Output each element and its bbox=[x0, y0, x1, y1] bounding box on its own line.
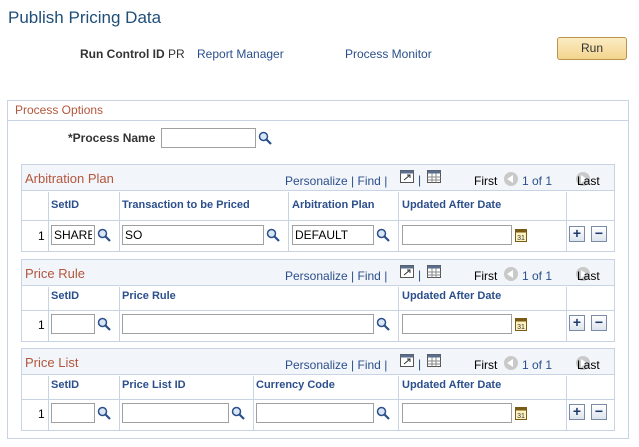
lookup-icon[interactable] bbox=[231, 406, 245, 420]
updated-after-date-input[interactable] bbox=[402, 314, 512, 334]
updated-after-date-input[interactable] bbox=[402, 225, 512, 245]
lookup-icon[interactable] bbox=[97, 317, 111, 331]
previous-row-icon[interactable] bbox=[504, 266, 518, 281]
grid-first-label: First bbox=[474, 269, 498, 283]
lookup-icon[interactable] bbox=[376, 228, 390, 242]
lookup-icon[interactable] bbox=[97, 406, 111, 420]
row-number: 1 bbox=[38, 229, 45, 243]
previous-row-icon[interactable] bbox=[504, 355, 518, 370]
page-title: Publish Pricing Data bbox=[8, 8, 162, 27]
calendar-icon[interactable] bbox=[515, 317, 527, 331]
personalize-link[interactable]: Personalize bbox=[285, 269, 348, 283]
column-header: Updated After Date bbox=[402, 290, 502, 302]
view-all-icon[interactable] bbox=[400, 354, 414, 367]
personalize-link[interactable]: Personalize bbox=[285, 174, 348, 188]
process-name-input[interactable] bbox=[161, 128, 256, 148]
grid-range: 1 of 1 bbox=[522, 358, 553, 372]
row-number: 1 bbox=[38, 318, 45, 332]
calendar-icon[interactable] bbox=[515, 228, 527, 242]
grid-header: Arbitration Plan Personalize | Find | | … bbox=[22, 165, 614, 191]
grid-last-label: Last bbox=[577, 358, 600, 372]
add-row-button[interactable]: + bbox=[569, 404, 585, 420]
delete-row-button[interactable]: − bbox=[591, 226, 607, 242]
download-grid-icon[interactable] bbox=[427, 265, 441, 278]
separator: | bbox=[351, 358, 355, 372]
group-divider bbox=[8, 120, 628, 121]
lookup-icon[interactable] bbox=[97, 228, 111, 242]
delete-row-button[interactable]: − bbox=[591, 315, 607, 331]
price-list-id-input[interactable] bbox=[122, 403, 229, 423]
setid-input[interactable] bbox=[51, 403, 95, 423]
column-header: SetID bbox=[51, 379, 80, 391]
find-link[interactable]: Find bbox=[358, 358, 381, 372]
column-header-row: SetID Price Rule Updated After Date bbox=[22, 287, 614, 311]
grid-first-label: First bbox=[474, 358, 498, 372]
add-row-button[interactable]: + bbox=[569, 226, 585, 242]
lookup-icon[interactable] bbox=[266, 228, 280, 242]
run-control-label: Run Control ID bbox=[80, 47, 165, 61]
grid-header: Price List Personalize | Find | | First … bbox=[22, 349, 614, 375]
arbitration-plan-input[interactable] bbox=[292, 225, 374, 245]
column-header: SetID bbox=[51, 199, 80, 211]
download-grid-icon[interactable] bbox=[427, 170, 441, 183]
column-header: Updated After Date bbox=[402, 199, 502, 211]
separator: | bbox=[351, 174, 355, 188]
grid-range: 1 of 1 bbox=[522, 269, 553, 283]
find-link[interactable]: Find bbox=[358, 174, 381, 188]
setid-input[interactable] bbox=[51, 225, 95, 245]
transaction-input[interactable] bbox=[122, 225, 264, 245]
lookup-icon[interactable] bbox=[376, 406, 390, 420]
setid-input[interactable] bbox=[51, 314, 95, 334]
lookup-icon[interactable] bbox=[258, 131, 272, 145]
download-grid-icon[interactable] bbox=[427, 354, 441, 367]
separator: | bbox=[418, 268, 422, 282]
separator: | bbox=[418, 173, 422, 187]
run-control-value: PR bbox=[168, 47, 185, 61]
view-all-icon[interactable] bbox=[400, 265, 414, 278]
delete-row-button[interactable]: − bbox=[591, 404, 607, 420]
separator: | bbox=[384, 174, 388, 188]
currency-code-input[interactable] bbox=[256, 403, 374, 423]
process-options-title: Process Options bbox=[15, 103, 104, 117]
previous-row-icon[interactable] bbox=[504, 171, 518, 186]
grid-title: Price List bbox=[25, 355, 79, 370]
personalize-link[interactable]: Personalize bbox=[285, 358, 348, 372]
price-list-grid: Price List Personalize | Find | | First … bbox=[21, 348, 615, 431]
column-header: Currency Code bbox=[256, 379, 335, 391]
price-rule-grid: Price Rule Personalize | Find | | First … bbox=[21, 259, 615, 342]
separator: | bbox=[351, 269, 355, 283]
price-rule-input[interactable] bbox=[122, 314, 374, 334]
grid-header: Price Rule Personalize | Find | | First … bbox=[22, 260, 614, 286]
add-row-button[interactable]: + bbox=[569, 315, 585, 331]
calendar-icon[interactable] bbox=[515, 406, 527, 420]
process-name-label: *Process Name bbox=[68, 131, 156, 145]
separator: | bbox=[384, 269, 388, 283]
grid-last-label: Last bbox=[577, 174, 600, 188]
report-manager-link[interactable]: Report Manager bbox=[197, 47, 284, 61]
grid-first-label: First bbox=[474, 174, 498, 188]
column-header: Price Rule bbox=[122, 290, 176, 302]
updated-after-date-input[interactable] bbox=[402, 403, 512, 423]
column-header: Price List ID bbox=[122, 379, 186, 391]
column-header: SetID bbox=[51, 290, 80, 302]
column-header-row: SetID Transaction to be Priced Arbitrati… bbox=[22, 192, 614, 221]
column-header-row: SetID Price List ID Currency Code Update… bbox=[22, 376, 614, 400]
view-all-icon[interactable] bbox=[400, 170, 414, 183]
separator: | bbox=[384, 358, 388, 372]
arbitration-plan-grid: Arbitration Plan Personalize | Find | | … bbox=[21, 164, 615, 252]
grid-title: Price Rule bbox=[25, 266, 85, 281]
run-button[interactable]: Run bbox=[557, 37, 627, 60]
row-number: 1 bbox=[38, 407, 45, 421]
column-header: Updated After Date bbox=[402, 379, 502, 391]
grid-last-label: Last bbox=[577, 269, 600, 283]
grid-range: 1 of 1 bbox=[522, 174, 553, 188]
grid-title: Arbitration Plan bbox=[25, 171, 114, 186]
separator: | bbox=[418, 357, 422, 371]
find-link[interactable]: Find bbox=[358, 269, 381, 283]
column-header: Transaction to be Priced bbox=[122, 199, 250, 211]
lookup-icon[interactable] bbox=[376, 317, 390, 331]
process-monitor-link[interactable]: Process Monitor bbox=[345, 47, 432, 61]
column-header: Arbitration Plan bbox=[292, 199, 375, 211]
